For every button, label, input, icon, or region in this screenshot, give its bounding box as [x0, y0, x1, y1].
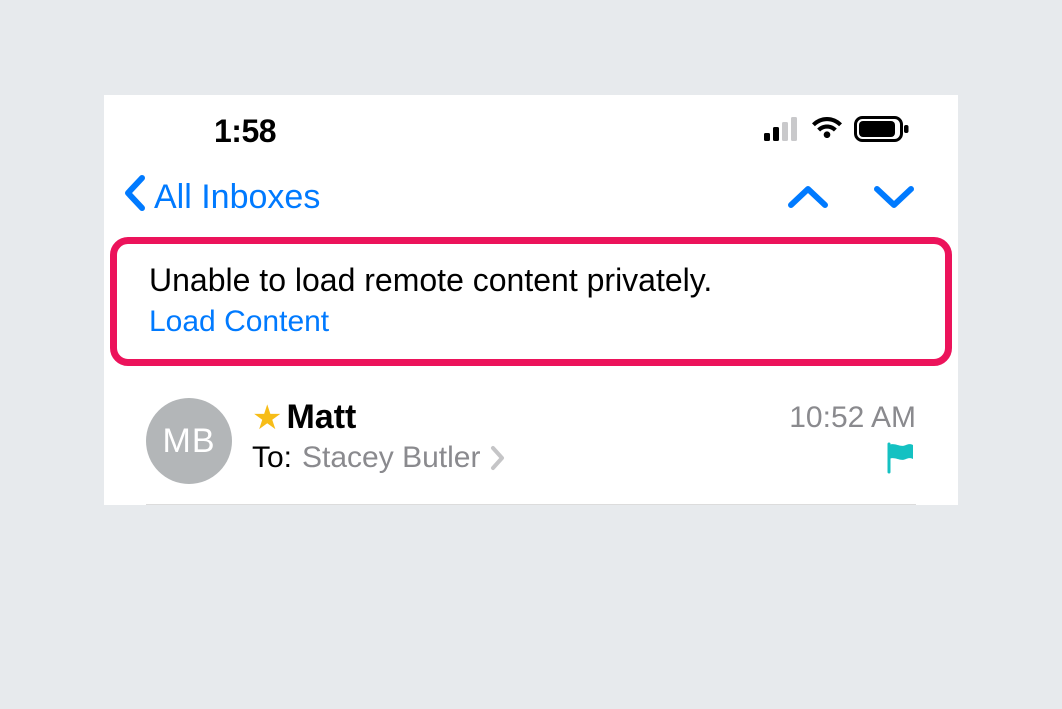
sender-name: Matt	[286, 398, 356, 437]
sender-avatar[interactable]: MB	[146, 398, 232, 484]
privacy-banner-message: Unable to load remote content privately.	[149, 262, 913, 299]
sender-row[interactable]: ★ Matt	[252, 398, 356, 437]
flag-icon[interactable]	[886, 442, 916, 474]
status-right	[764, 116, 910, 147]
message-time: 10:52 AM	[789, 401, 916, 435]
mail-message-screen: 1:58	[104, 95, 958, 505]
privacy-banner-highlight: Unable to load remote content privately.…	[110, 237, 952, 366]
recipient-row[interactable]: To: Stacey Butler	[252, 441, 506, 475]
message-nav-arrows	[786, 183, 916, 211]
cellular-icon	[764, 117, 800, 146]
chevron-left-icon	[122, 174, 148, 221]
divider	[146, 504, 916, 505]
recipient-name: Stacey Butler	[302, 441, 480, 475]
back-button[interactable]: All Inboxes	[122, 174, 320, 221]
to-label: To:	[252, 441, 292, 475]
load-content-button[interactable]: Load Content	[149, 305, 329, 339]
chevron-right-icon	[490, 445, 506, 471]
chevron-down-icon	[872, 183, 916, 211]
next-message-button[interactable]	[872, 183, 916, 211]
star-icon: ★	[252, 401, 282, 435]
battery-icon	[854, 116, 910, 147]
wifi-icon	[810, 117, 844, 146]
chevron-up-icon	[786, 183, 830, 211]
message-header-body: ★ Matt 10:52 AM To: Stacey Butler	[252, 398, 916, 484]
prev-message-button[interactable]	[786, 183, 830, 211]
back-label: All Inboxes	[154, 178, 320, 217]
status-bar: 1:58	[104, 95, 958, 167]
message-header: MB ★ Matt 10:52 AM To: Stacey Butler	[104, 368, 958, 504]
status-time: 1:58	[214, 113, 276, 150]
nav-bar: All Inboxes	[104, 167, 958, 227]
